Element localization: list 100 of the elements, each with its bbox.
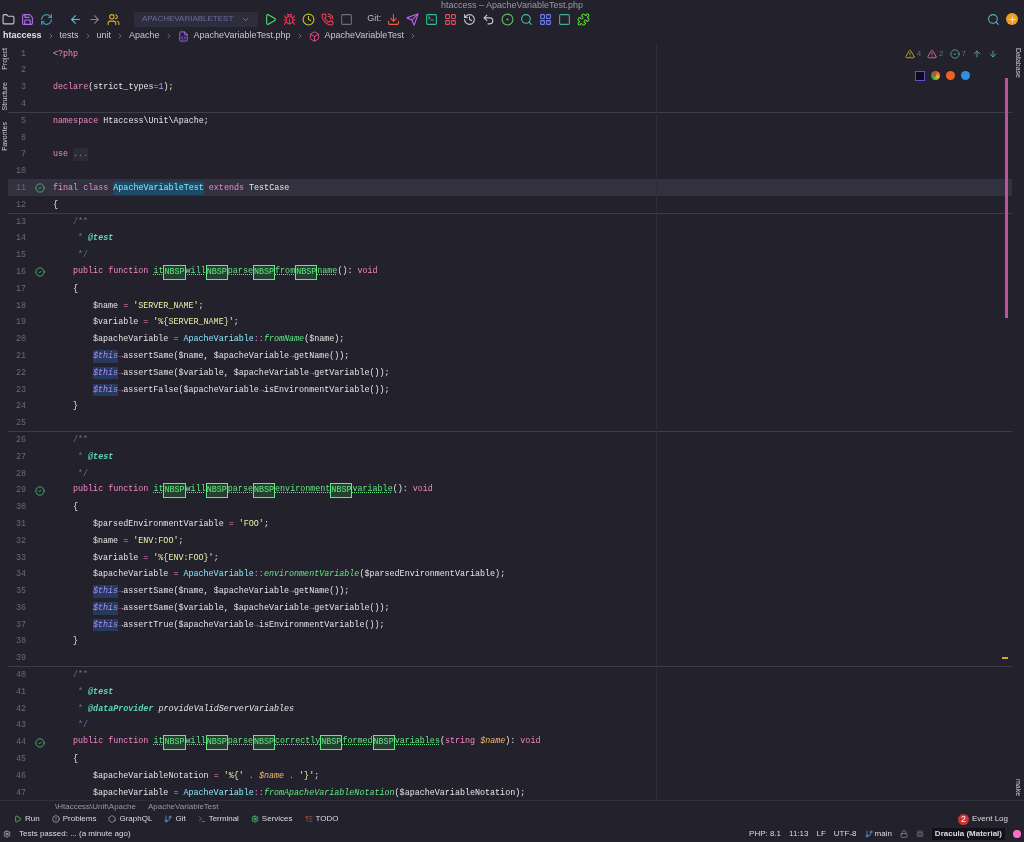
code-token: '%{SERVER_NAME}' [153, 316, 234, 329]
code-token: void [357, 264, 378, 278]
code-token: isEnvironmentVariable()); [263, 383, 390, 397]
code-token: :: [253, 333, 264, 346]
test-passed-icon[interactable] [34, 485, 45, 496]
code-breadcrumb[interactable]: \Htaccess\Unit\Apache [55, 800, 136, 813]
search-icon[interactable] [987, 12, 1000, 26]
theme-name[interactable]: Dracula (Material) [931, 828, 1005, 840]
forward-icon[interactable] [88, 12, 101, 26]
breadcrumb[interactable]: htaccess [3, 29, 42, 43]
line-number: 10 [14, 165, 26, 178]
code-token: ($parsedEnvironmentVariable); [359, 568, 506, 581]
code-token: } [73, 400, 79, 413]
gear-icon [3, 830, 11, 838]
code-token: ApacheVariable [183, 568, 254, 581]
line-number: 46 [14, 769, 26, 783]
line-number: 22 [14, 366, 26, 380]
run-icon[interactable] [264, 12, 278, 26]
code-token: TestCase [248, 181, 290, 195]
terminal-icon[interactable] [425, 12, 439, 26]
code-token: assertSame($name, $apacheVariable [123, 585, 290, 598]
line-number: 38 [14, 635, 26, 649]
code-token: NBSP [205, 735, 228, 750]
run-icon [14, 815, 22, 823]
code-token: → [253, 618, 259, 632]
breadcrumb[interactable]: unit [96, 29, 112, 43]
save-icon[interactable] [21, 12, 34, 26]
grid-icon[interactable] [539, 12, 553, 26]
code-token: NBSP [205, 264, 228, 280]
code-token: $name [93, 534, 119, 548]
code-token: = [172, 333, 180, 346]
undo-icon[interactable] [482, 12, 496, 26]
inspection-icon[interactable] [904, 49, 915, 59]
code-token: parse [227, 483, 253, 497]
code-token: ... [73, 148, 89, 161]
code-token: 'ENV:FOO' [133, 534, 179, 548]
code-token: $this [93, 383, 119, 397]
code-token: $this [93, 585, 119, 598]
inspect-icon[interactable] [520, 12, 534, 26]
inspection-count: 4 [916, 48, 922, 60]
code-token: NBSP [163, 735, 186, 750]
phone-icon[interactable] [321, 12, 335, 26]
breadcrumb[interactable]: tests [59, 29, 79, 43]
stop-icon[interactable] [340, 12, 354, 26]
code-token: environmentVariable [263, 568, 360, 581]
tool-tab[interactable]: Run [14, 813, 40, 825]
download-icon[interactable] [387, 12, 401, 26]
code-token: variables [394, 735, 440, 749]
caret-position[interactable]: 11:13 [789, 828, 809, 840]
arrow-up-icon[interactable] [972, 49, 982, 59]
history-icon[interactable] [463, 12, 477, 26]
inspection-icon[interactable] [949, 49, 960, 59]
tool-tab[interactable]: GraphQL [108, 813, 153, 825]
back-icon[interactable] [69, 12, 82, 26]
code-token: (): [392, 483, 409, 497]
tool-tab[interactable]: Services [250, 813, 293, 825]
tool-tab[interactable]: Git [164, 813, 186, 825]
lock-icon[interactable] [899, 830, 908, 838]
tool-tab[interactable]: Terminal [197, 813, 239, 825]
tool-tab[interactable]: TODO [304, 813, 339, 825]
code-token: assertSame($variable, $apacheVariable [123, 601, 310, 615]
todo-icon [304, 815, 313, 823]
code-token: final class [53, 181, 110, 195]
breadcrumb[interactable]: ApacheVariableTest [324, 29, 404, 43]
code-breadcrumb[interactable]: ApacheVariableTest [147, 800, 219, 813]
php-version[interactable]: PHP: 8.1 [749, 828, 782, 840]
code-token: assertSame($name, $apacheVariable [123, 349, 290, 363]
tool-tab[interactable]: Problems [51, 813, 97, 825]
event-log-button[interactable]: 2 Event Log [957, 813, 1008, 825]
test-passed-icon[interactable] [34, 737, 45, 748]
code-token: → [118, 618, 124, 632]
code-token: */ [77, 467, 89, 481]
people-icon[interactable] [107, 12, 120, 26]
code-token: fromApacheVariableNotation [263, 786, 395, 800]
send-icon[interactable] [406, 12, 420, 26]
code-token: public function [73, 735, 150, 749]
puzzle-icon[interactable] [577, 12, 591, 26]
test-passed-icon[interactable] [34, 183, 45, 194]
warning-marker [1002, 657, 1008, 659]
encoding[interactable]: UTF-8 [833, 828, 857, 840]
breadcrumb[interactable]: ApacheVariableTest.php [193, 29, 291, 43]
code-token: → [118, 601, 124, 615]
code-token: will [185, 264, 206, 278]
line-ending[interactable]: LF [816, 828, 826, 840]
code-token: → [258, 383, 264, 397]
git-branch[interactable]: main [874, 828, 892, 840]
sync-icon[interactable] [40, 12, 53, 26]
test-passed-icon[interactable] [34, 267, 45, 278]
line-number: 39 [14, 652, 26, 665]
frame-icon[interactable] [558, 12, 572, 26]
debug-icon[interactable] [283, 12, 297, 26]
folder-icon[interactable] [2, 12, 15, 26]
inspection-icon[interactable] [927, 49, 938, 59]
file-icon [177, 30, 189, 42]
code-token: @test [88, 450, 114, 464]
arrow-down-icon[interactable] [988, 49, 998, 59]
line-number: 37 [14, 618, 26, 632]
code-token: formed [342, 735, 373, 749]
breadcrumb[interactable]: Apache [129, 29, 160, 43]
update-icon[interactable] [1006, 13, 1018, 25]
